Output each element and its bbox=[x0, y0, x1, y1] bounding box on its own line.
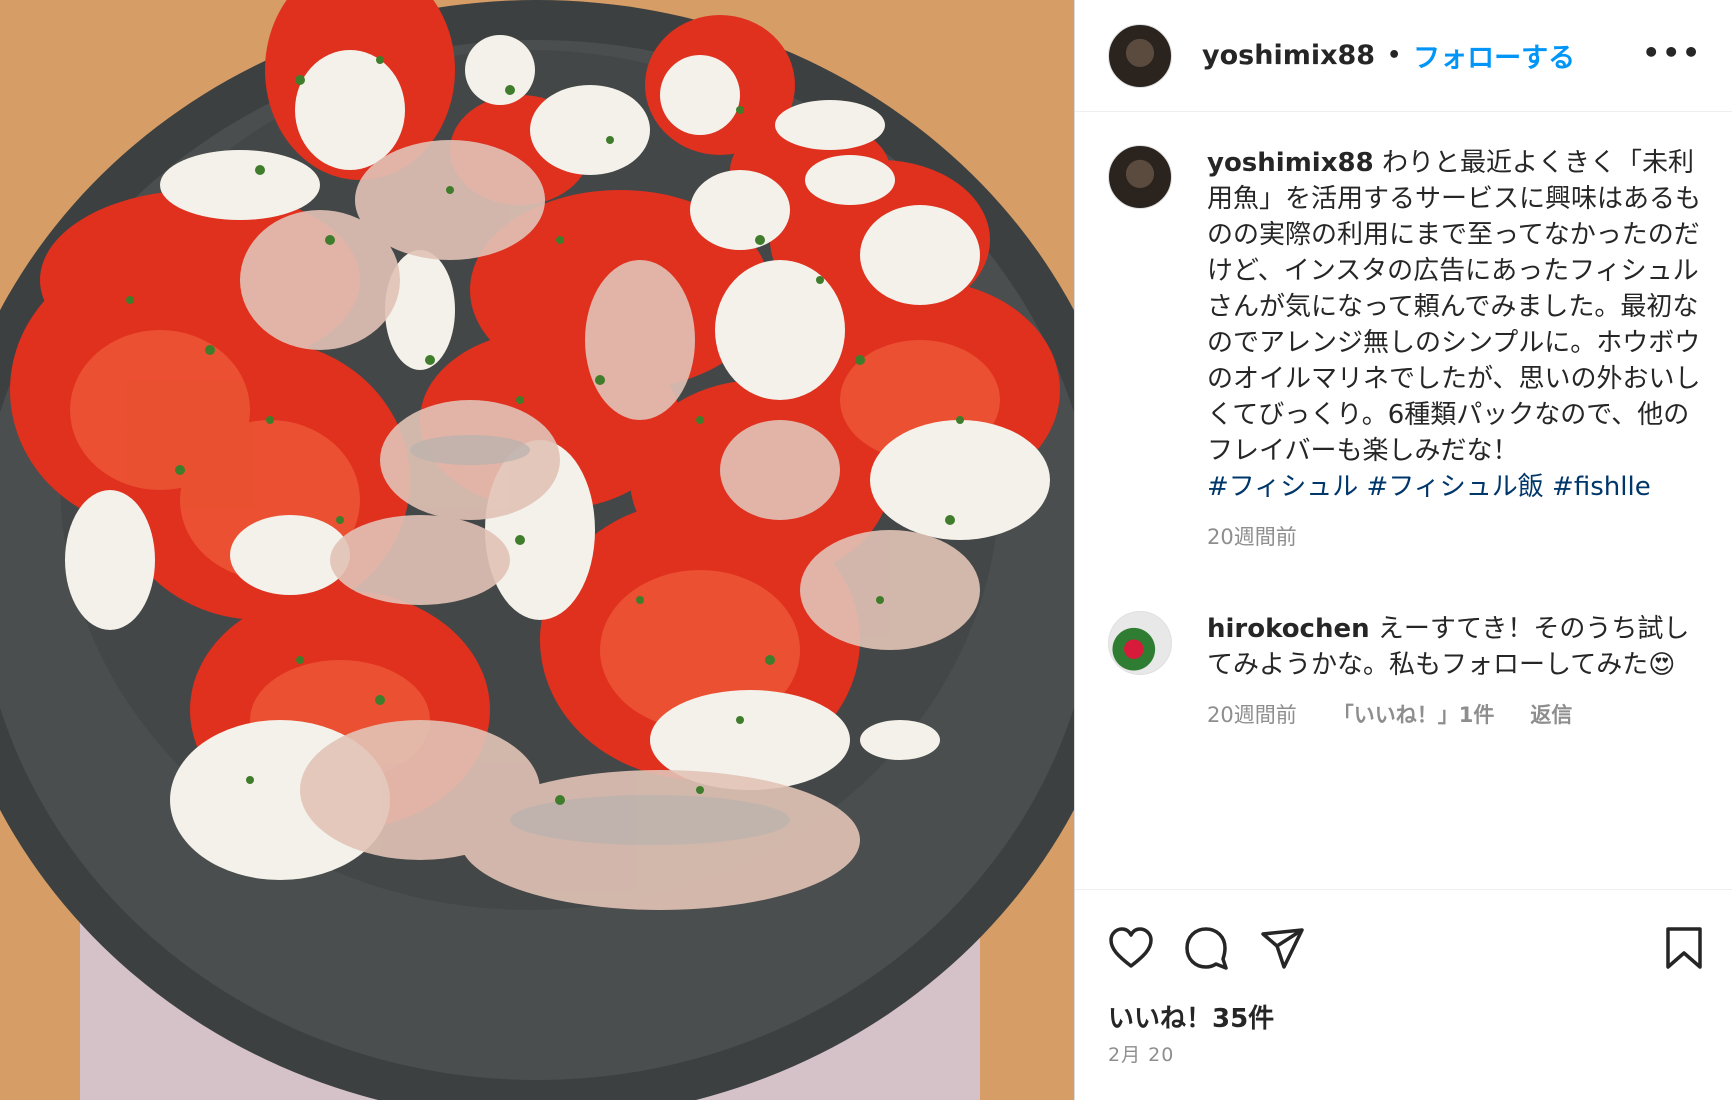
reply-comment: hirokochen えーすてき！そのうち試してみようかな。私もフォローしてみた… bbox=[1108, 611, 1708, 733]
action-icons bbox=[1108, 926, 1306, 970]
reply-likes[interactable]: 「いいね！」1件 bbox=[1333, 697, 1495, 733]
reply-meta: 20週間前 「いいね！」1件 返信 bbox=[1207, 697, 1708, 733]
reply-username[interactable]: hirokochen bbox=[1207, 614, 1370, 644]
likes-count[interactable]: いいね！35件 bbox=[1108, 998, 1274, 1035]
reply-time[interactable]: 20週間前 bbox=[1207, 697, 1297, 733]
caption-comment: yoshimix88 わりと最近よくきく「未利用魚」を活用するサービスに興味はあ… bbox=[1108, 145, 1708, 555]
caption-text: わりと最近よくきく「未利用魚」を活用するサービスに興味はあるものの実際の利用にま… bbox=[1207, 148, 1702, 466]
separator-dot: • bbox=[1387, 43, 1402, 68]
post-photo[interactable] bbox=[0, 0, 1074, 1100]
reply-text-block: hirokochen えーすてき！そのうち試してみようかな。私もフォローしてみた… bbox=[1207, 611, 1708, 683]
post-header: yoshimix88 • フォローする ••• bbox=[1075, 0, 1732, 112]
share-icon[interactable] bbox=[1260, 926, 1306, 970]
author-avatar[interactable] bbox=[1108, 23, 1172, 88]
post-side-panel: yoshimix88 • フォローする ••• yoshimix88 わりと最近… bbox=[1075, 0, 1732, 1100]
author-username[interactable]: yoshimix88 bbox=[1202, 40, 1375, 71]
instagram-post: yoshimix88 • フォローする ••• yoshimix88 わりと最近… bbox=[0, 0, 1732, 1100]
caption-username[interactable]: yoshimix88 bbox=[1207, 148, 1374, 178]
post-date: 2月 20 bbox=[1108, 1044, 1175, 1066]
post-actions: いいね！35件 2月 20 bbox=[1075, 889, 1732, 1100]
reply-author-avatar[interactable] bbox=[1108, 611, 1172, 675]
caption-body: yoshimix88 わりと最近よくきく「未利用魚」を活用するサービスに興味はあ… bbox=[1207, 145, 1708, 555]
bookmark-icon[interactable] bbox=[1664, 926, 1704, 970]
comments-section: yoshimix88 わりと最近よくきく「未利用魚」を活用するサービスに興味はあ… bbox=[1108, 145, 1708, 733]
food-photo-illustration bbox=[0, 0, 1074, 1100]
caption-meta: 20週間前 bbox=[1207, 519, 1708, 555]
reply-body: hirokochen えーすてき！そのうち試してみようかな。私もフォローしてみた… bbox=[1207, 611, 1708, 733]
caption-time[interactable]: 20週間前 bbox=[1207, 519, 1297, 555]
comment-icon[interactable] bbox=[1184, 926, 1230, 970]
follow-button[interactable]: フォローする bbox=[1413, 36, 1575, 75]
more-options-icon[interactable]: ••• bbox=[1642, 36, 1702, 69]
heart-icon[interactable] bbox=[1108, 926, 1154, 970]
caption-hashtags[interactable]: #フィシュル #フィシュル飯 #fishlle bbox=[1207, 469, 1708, 505]
caption-author-avatar[interactable] bbox=[1108, 145, 1172, 209]
reply-button[interactable]: 返信 bbox=[1530, 697, 1572, 733]
caption-text-block: yoshimix88 わりと最近よくきく「未利用魚」を活用するサービスに興味はあ… bbox=[1207, 145, 1708, 469]
